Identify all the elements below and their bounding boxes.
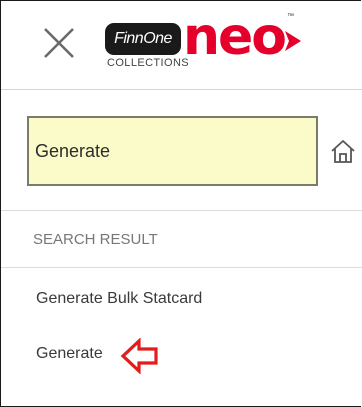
- search-result-header: SEARCH RESULT: [1, 210, 362, 268]
- search-result-title: SEARCH RESULT: [33, 231, 158, 248]
- red-left-arrow-icon: [120, 338, 158, 374]
- logo-module: COLLECTIONS: [107, 57, 190, 69]
- header: FinnOne neo ™ COLLECTIONS: [1, 1, 362, 90]
- home-icon[interactable]: [330, 138, 356, 164]
- logo-product: neo: [183, 7, 287, 67]
- logo-brand: FinnOne: [105, 23, 181, 55]
- logo-trademark: ™: [287, 13, 294, 20]
- finnone-neo-logo: FinnOne neo ™ COLLECTIONS: [105, 9, 305, 79]
- logo-arrow-icon: [285, 31, 301, 51]
- result-item-generate-bulk-statcard[interactable]: Generate Bulk Statcard: [36, 290, 202, 308]
- result-item-generate[interactable]: Generate: [36, 345, 103, 363]
- menu-search-input[interactable]: [27, 116, 318, 186]
- close-icon[interactable]: [41, 25, 77, 61]
